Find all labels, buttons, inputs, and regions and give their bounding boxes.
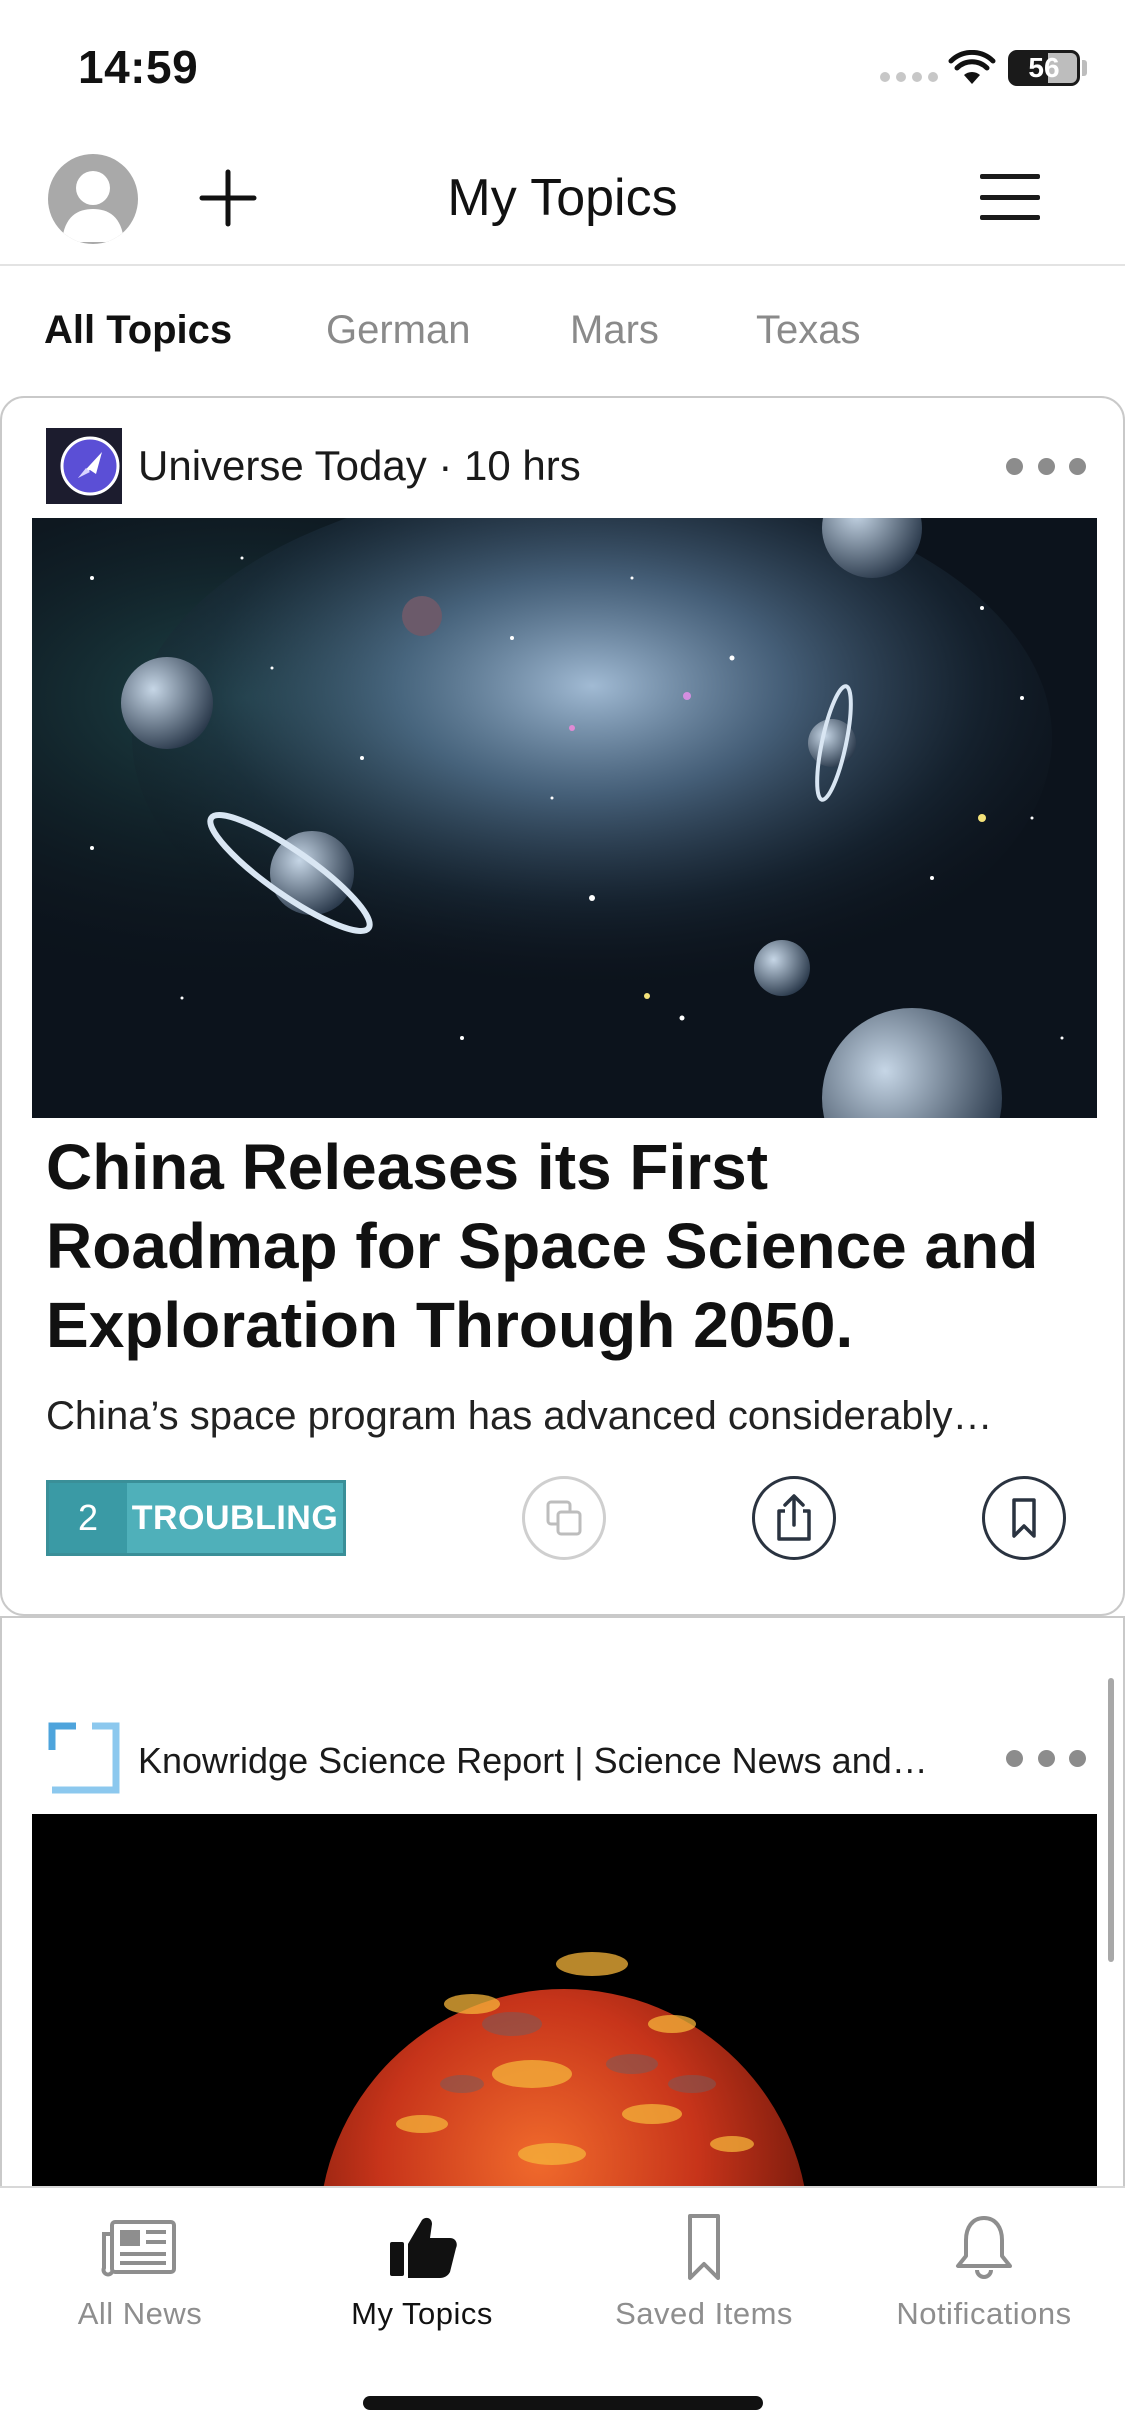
- tabbar-all-news[interactable]: All News: [10, 2212, 270, 2332]
- battery-level: 56: [1028, 52, 1060, 83]
- related-stories-button[interactable]: [522, 1476, 606, 1560]
- tabbar-my-topics[interactable]: My Topics: [292, 2212, 552, 2332]
- tab-texas[interactable]: Texas: [756, 308, 861, 353]
- tabbar-label: All News: [77, 2296, 203, 2331]
- more-options-button[interactable]: [1006, 1748, 1086, 1768]
- space-nebula-image[interactable]: [32, 518, 1097, 1118]
- share-button[interactable]: [752, 1476, 836, 1560]
- article-source-row: Universe Today · 10 hrs: [46, 428, 1086, 504]
- hamburger-menu-button[interactable]: [980, 174, 1040, 220]
- status-time: 14:59: [78, 41, 199, 93]
- battery-tip: [1082, 60, 1087, 76]
- article-card[interactable]: Universe Today · 10 hrs China Releases i…: [0, 396, 1125, 1616]
- bell-icon: [956, 2216, 1012, 2279]
- tab-all-topics[interactable]: All Topics: [44, 308, 232, 353]
- share-icon: [777, 1494, 811, 1541]
- bookmark-icon: [688, 2214, 720, 2280]
- thumbs-up-icon: [390, 2217, 457, 2278]
- bookmark-button[interactable]: [982, 1476, 1066, 1560]
- more-options-button[interactable]: [1006, 456, 1086, 476]
- home-indicator[interactable]: [363, 2396, 763, 2410]
- profile-avatar[interactable]: [48, 154, 138, 244]
- bookmark-icon: [1012, 1498, 1036, 1538]
- article-source[interactable]: Knowridge Science Report | Science News …: [138, 1740, 928, 1782]
- wifi-icon: [948, 50, 996, 84]
- feed-scrollbar[interactable]: [1108, 1678, 1114, 1962]
- battery-icon: 56: [1008, 50, 1080, 86]
- reaction-label: TROUBLING: [127, 1483, 343, 1553]
- rocket-icon: [46, 428, 122, 504]
- cellular-signal-icon: [880, 72, 938, 82]
- tab-german[interactable]: German: [326, 308, 471, 353]
- tabbar-label: Saved Items: [615, 2296, 793, 2331]
- tabbar-label: Notifications: [896, 2296, 1072, 2331]
- status-bar: 14:59 56: [0, 0, 1125, 140]
- copy-stack-icon: [546, 1500, 582, 1536]
- tabbar-saved-items[interactable]: Saved Items: [574, 2212, 834, 2332]
- article-summary[interactable]: China’s space program has advanced consi…: [46, 1394, 1076, 1439]
- tabbar-notifications[interactable]: Notifications: [854, 2212, 1114, 2332]
- tab-mars[interactable]: Mars: [570, 308, 659, 353]
- reaction-count: 2: [49, 1483, 127, 1553]
- lava-planet-image[interactable]: [32, 1814, 1097, 2186]
- topic-tabs: All Topics German Mars Texas: [0, 268, 1125, 396]
- article-card[interactable]: Knowridge Science Report | Science News …: [0, 1616, 1125, 2186]
- page-title: My Topics: [447, 169, 678, 227]
- article-headline[interactable]: China Releases its First Roadmap for Spa…: [46, 1128, 1076, 1365]
- bracket-logo-icon: [48, 1722, 120, 1794]
- person-silhouette-icon: [62, 171, 124, 242]
- top-header: My Topics: [0, 140, 1125, 266]
- add-topic-button[interactable]: [196, 166, 260, 230]
- tabbar-label: My Topics: [351, 2296, 493, 2331]
- reaction-badge[interactable]: 2 TROUBLING: [46, 1480, 346, 1556]
- article-source-row: Knowridge Science Report | Science News …: [46, 1720, 1086, 1796]
- newspaper-icon: [101, 2220, 176, 2277]
- news-feed[interactable]: Universe Today · 10 hrs China Releases i…: [0, 396, 1125, 2186]
- app-screen: 14:59 56 My Topics All Topics German Mar…: [0, 0, 1125, 2436]
- article-source[interactable]: Universe Today · 10 hrs: [138, 442, 581, 490]
